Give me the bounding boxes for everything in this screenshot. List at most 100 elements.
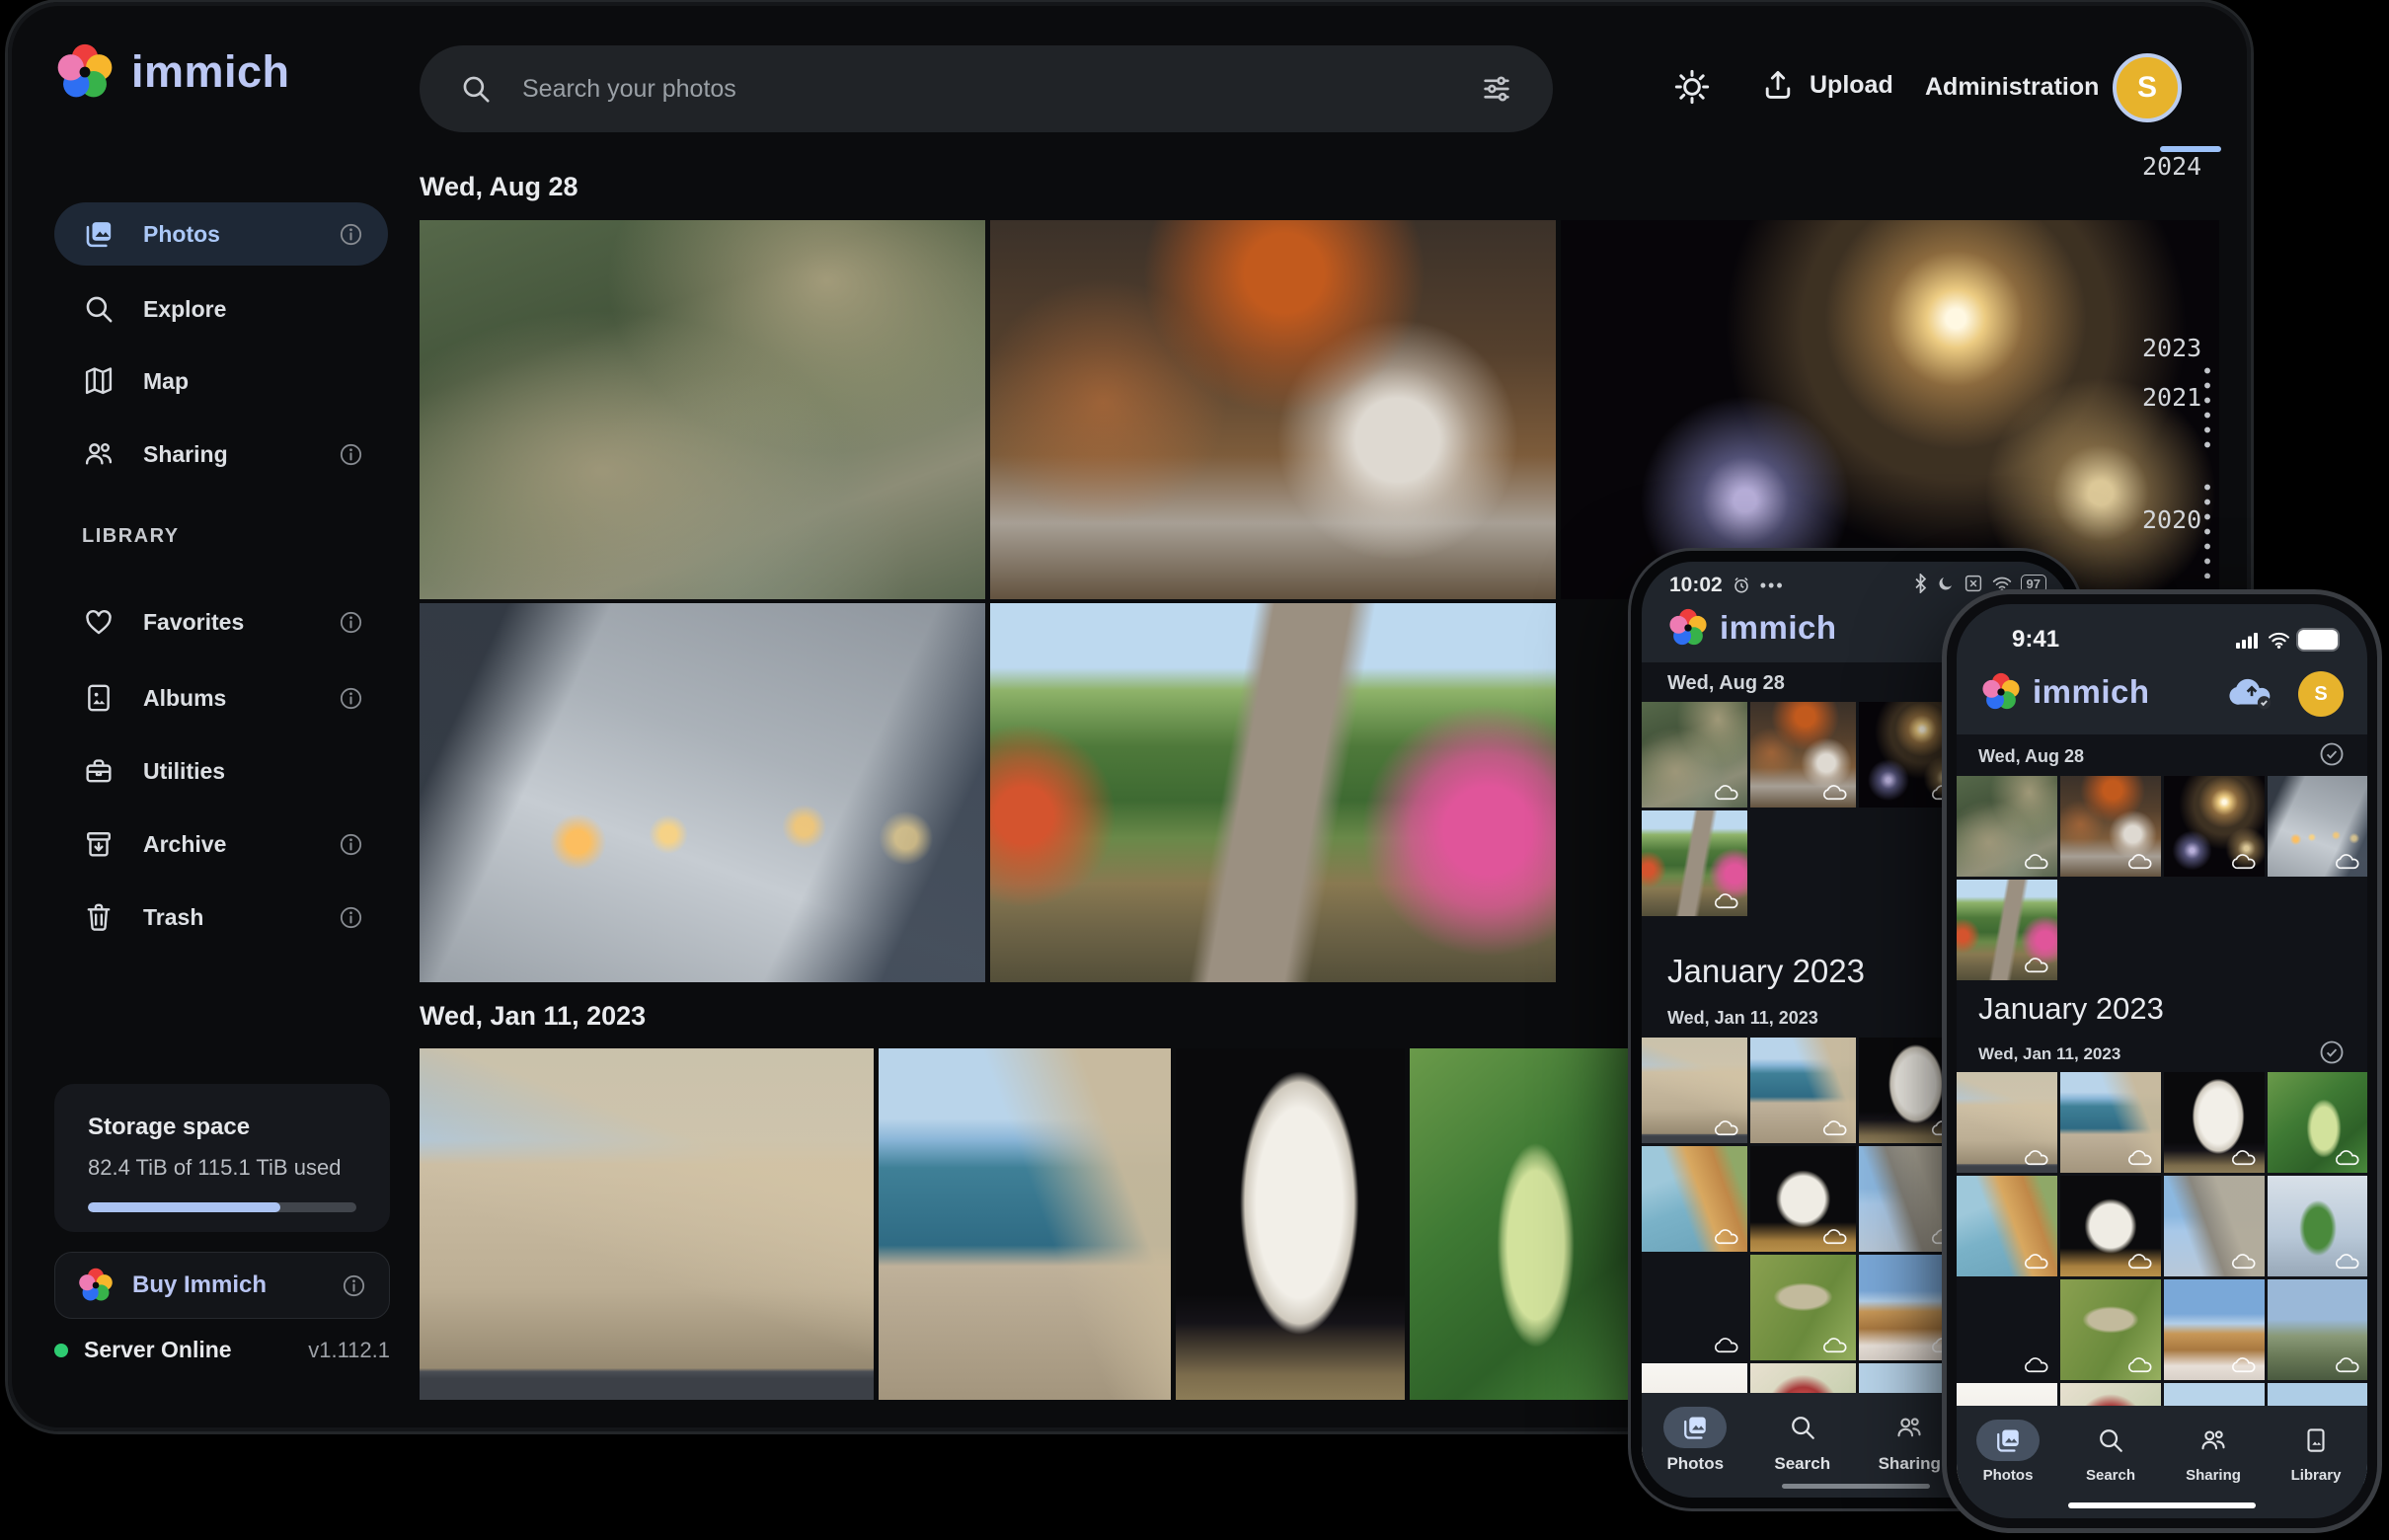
- sidebar-item-sharing[interactable]: Sharing: [54, 423, 388, 486]
- immich-logo-icon: [1667, 607, 1709, 649]
- info-icon[interactable]: [338, 685, 364, 712]
- photo-garden[interactable]: [990, 603, 1556, 982]
- sidebar-item-label: Utilities: [143, 758, 225, 785]
- photo-berries[interactable]: [2268, 1072, 2367, 1173]
- nav-item-library[interactable]: Library: [2284, 1406, 2348, 1484]
- search-input[interactable]: Search your photos: [522, 75, 1450, 104]
- sidebar-item-favorites[interactable]: Favorites: [54, 590, 388, 654]
- photo-monkeys[interactable]: [1642, 702, 1747, 808]
- sidebar-item-trash[interactable]: Trash: [54, 886, 388, 949]
- photo-beach[interactable]: [1957, 1176, 2057, 1276]
- app-logo[interactable]: immich: [54, 41, 290, 103]
- wifi-icon: [1992, 576, 2012, 592]
- storage-usage: 82.4 TiB of 115.1 TiB used: [88, 1155, 356, 1181]
- sidebar-item-archive[interactable]: Archive: [54, 812, 388, 876]
- nav-item-sharing[interactable]: Sharing: [2182, 1406, 2245, 1484]
- iphone-app-logo: immich: [1980, 671, 2150, 713]
- photo-coast[interactable]: [2060, 1072, 2161, 1173]
- info-icon[interactable]: [338, 831, 364, 858]
- scrubber-year[interactable]: 2021: [2142, 383, 2201, 412]
- info-icon[interactable]: [338, 441, 364, 468]
- photo-lizard2[interactable]: [2060, 1279, 2161, 1380]
- storage-panel: Storage space 82.4 TiB of 115.1 TiB used: [54, 1084, 390, 1232]
- nav-item-search[interactable]: Search: [2079, 1406, 2142, 1484]
- user-avatar[interactable]: S: [2113, 53, 2182, 122]
- photo-hands[interactable]: [420, 603, 985, 982]
- photo-monkeys[interactable]: [420, 220, 985, 599]
- photo-wall[interactable]: [2164, 1176, 2265, 1276]
- photo-castle[interactable]: [1642, 1038, 1747, 1143]
- map-icon: [82, 364, 116, 398]
- upload-button[interactable]: Upload: [1760, 67, 1893, 103]
- server-status-label: Server Online: [84, 1337, 232, 1363]
- sidebar-item-map[interactable]: Map: [54, 349, 388, 413]
- search-bar[interactable]: Search your photos: [420, 45, 1553, 132]
- photos-icon: [1993, 1425, 2023, 1455]
- administration-link[interactable]: Administration: [1925, 73, 2099, 102]
- sun-icon: [1672, 67, 1712, 107]
- user-avatar[interactable]: S: [2298, 671, 2344, 717]
- phone-date-header: Wed, Aug 28: [1978, 746, 2084, 767]
- scrubber-year[interactable]: 2024: [2142, 152, 2201, 181]
- moon-icon: [1937, 575, 1955, 592]
- archive-box-icon: [82, 827, 116, 861]
- phone-date-header: Wed, Jan 11, 2023: [1667, 1008, 1818, 1029]
- check-circle-icon[interactable]: [2318, 1039, 2346, 1071]
- photo-castle[interactable]: [420, 1048, 874, 1400]
- photo-house[interactable]: [2268, 1279, 2367, 1380]
- sidebar-item-utilities[interactable]: Utilities: [54, 739, 388, 803]
- photo-coast[interactable]: [1750, 1038, 1856, 1143]
- photo-sculpt2[interactable]: [1750, 1146, 1856, 1252]
- home-indicator[interactable]: [2068, 1502, 2256, 1508]
- nav-item-sharing[interactable]: Sharing: [1878, 1393, 1941, 1474]
- sidebar-item-albums[interactable]: Albums: [54, 666, 388, 730]
- photo-bust[interactable]: [2164, 1072, 2265, 1173]
- nav-item-search[interactable]: Search: [1771, 1393, 1834, 1474]
- check-circle-icon[interactable]: [2318, 740, 2346, 773]
- buy-immich-button[interactable]: Buy Immich: [54, 1252, 390, 1319]
- photo-beach[interactable]: [1642, 1146, 1747, 1252]
- photo-garden[interactable]: [1642, 810, 1747, 916]
- photo-monkeys[interactable]: [1957, 776, 2057, 877]
- cloud-backup-check-icon[interactable]: [2227, 673, 2276, 716]
- photo-berries[interactable]: [1410, 1048, 1635, 1400]
- immich-logo-icon: [54, 41, 116, 103]
- photo-fireworks[interactable]: [2164, 776, 2265, 877]
- photo-garden[interactable]: [1957, 880, 2057, 980]
- phone-date-header: Wed, Aug 28: [1667, 672, 1785, 695]
- photo-dinner[interactable]: [2060, 776, 2161, 877]
- photo-castle[interactable]: [1957, 1072, 2057, 1173]
- library-icon: [2301, 1425, 2331, 1455]
- photo-xmas[interactable]: [2268, 1176, 2367, 1276]
- photo-lizard2[interactable]: [1750, 1255, 1856, 1360]
- photo-dinner[interactable]: [990, 220, 1556, 599]
- theme-toggle-button[interactable]: [1672, 67, 1712, 112]
- people-icon: [82, 437, 116, 471]
- photo-bust[interactable]: [1176, 1048, 1405, 1400]
- photo-village[interactable]: [2164, 1279, 2265, 1380]
- scrubber-year[interactable]: 2023: [2142, 334, 2201, 362]
- sidebar-item-photos[interactable]: Photos: [54, 202, 388, 266]
- upload-icon: [1760, 67, 1796, 103]
- search-filter-icon[interactable]: [1480, 72, 1513, 106]
- photo-coast[interactable]: [879, 1048, 1171, 1400]
- photo-hands[interactable]: [2268, 776, 2367, 877]
- photo-dinner[interactable]: [1750, 702, 1856, 808]
- photo-lizard1[interactable]: [1957, 1279, 2057, 1380]
- info-icon[interactable]: [338, 904, 364, 931]
- android-status-left: 10:02 •••: [1669, 574, 1785, 597]
- info-icon[interactable]: [338, 221, 364, 248]
- photo-sculpt2[interactable]: [2060, 1176, 2161, 1276]
- server-version: v1.112.1: [308, 1338, 390, 1363]
- scrubber-year[interactable]: 2020: [2142, 505, 2201, 534]
- photo-lizard1[interactable]: [1642, 1255, 1747, 1360]
- sidebar-item-label: Albums: [143, 685, 226, 712]
- sidebar-item-explore[interactable]: Explore: [54, 277, 388, 341]
- info-icon[interactable]: [338, 609, 364, 636]
- nav-item-photos[interactable]: Photos: [1663, 1393, 1727, 1474]
- photo-fireworks[interactable]: [1561, 220, 2219, 599]
- android-app-logo: immich: [1667, 607, 1837, 649]
- info-icon[interactable]: [341, 1272, 367, 1299]
- nav-item-photos[interactable]: Photos: [1976, 1406, 2040, 1484]
- home-indicator[interactable]: [1782, 1484, 1930, 1489]
